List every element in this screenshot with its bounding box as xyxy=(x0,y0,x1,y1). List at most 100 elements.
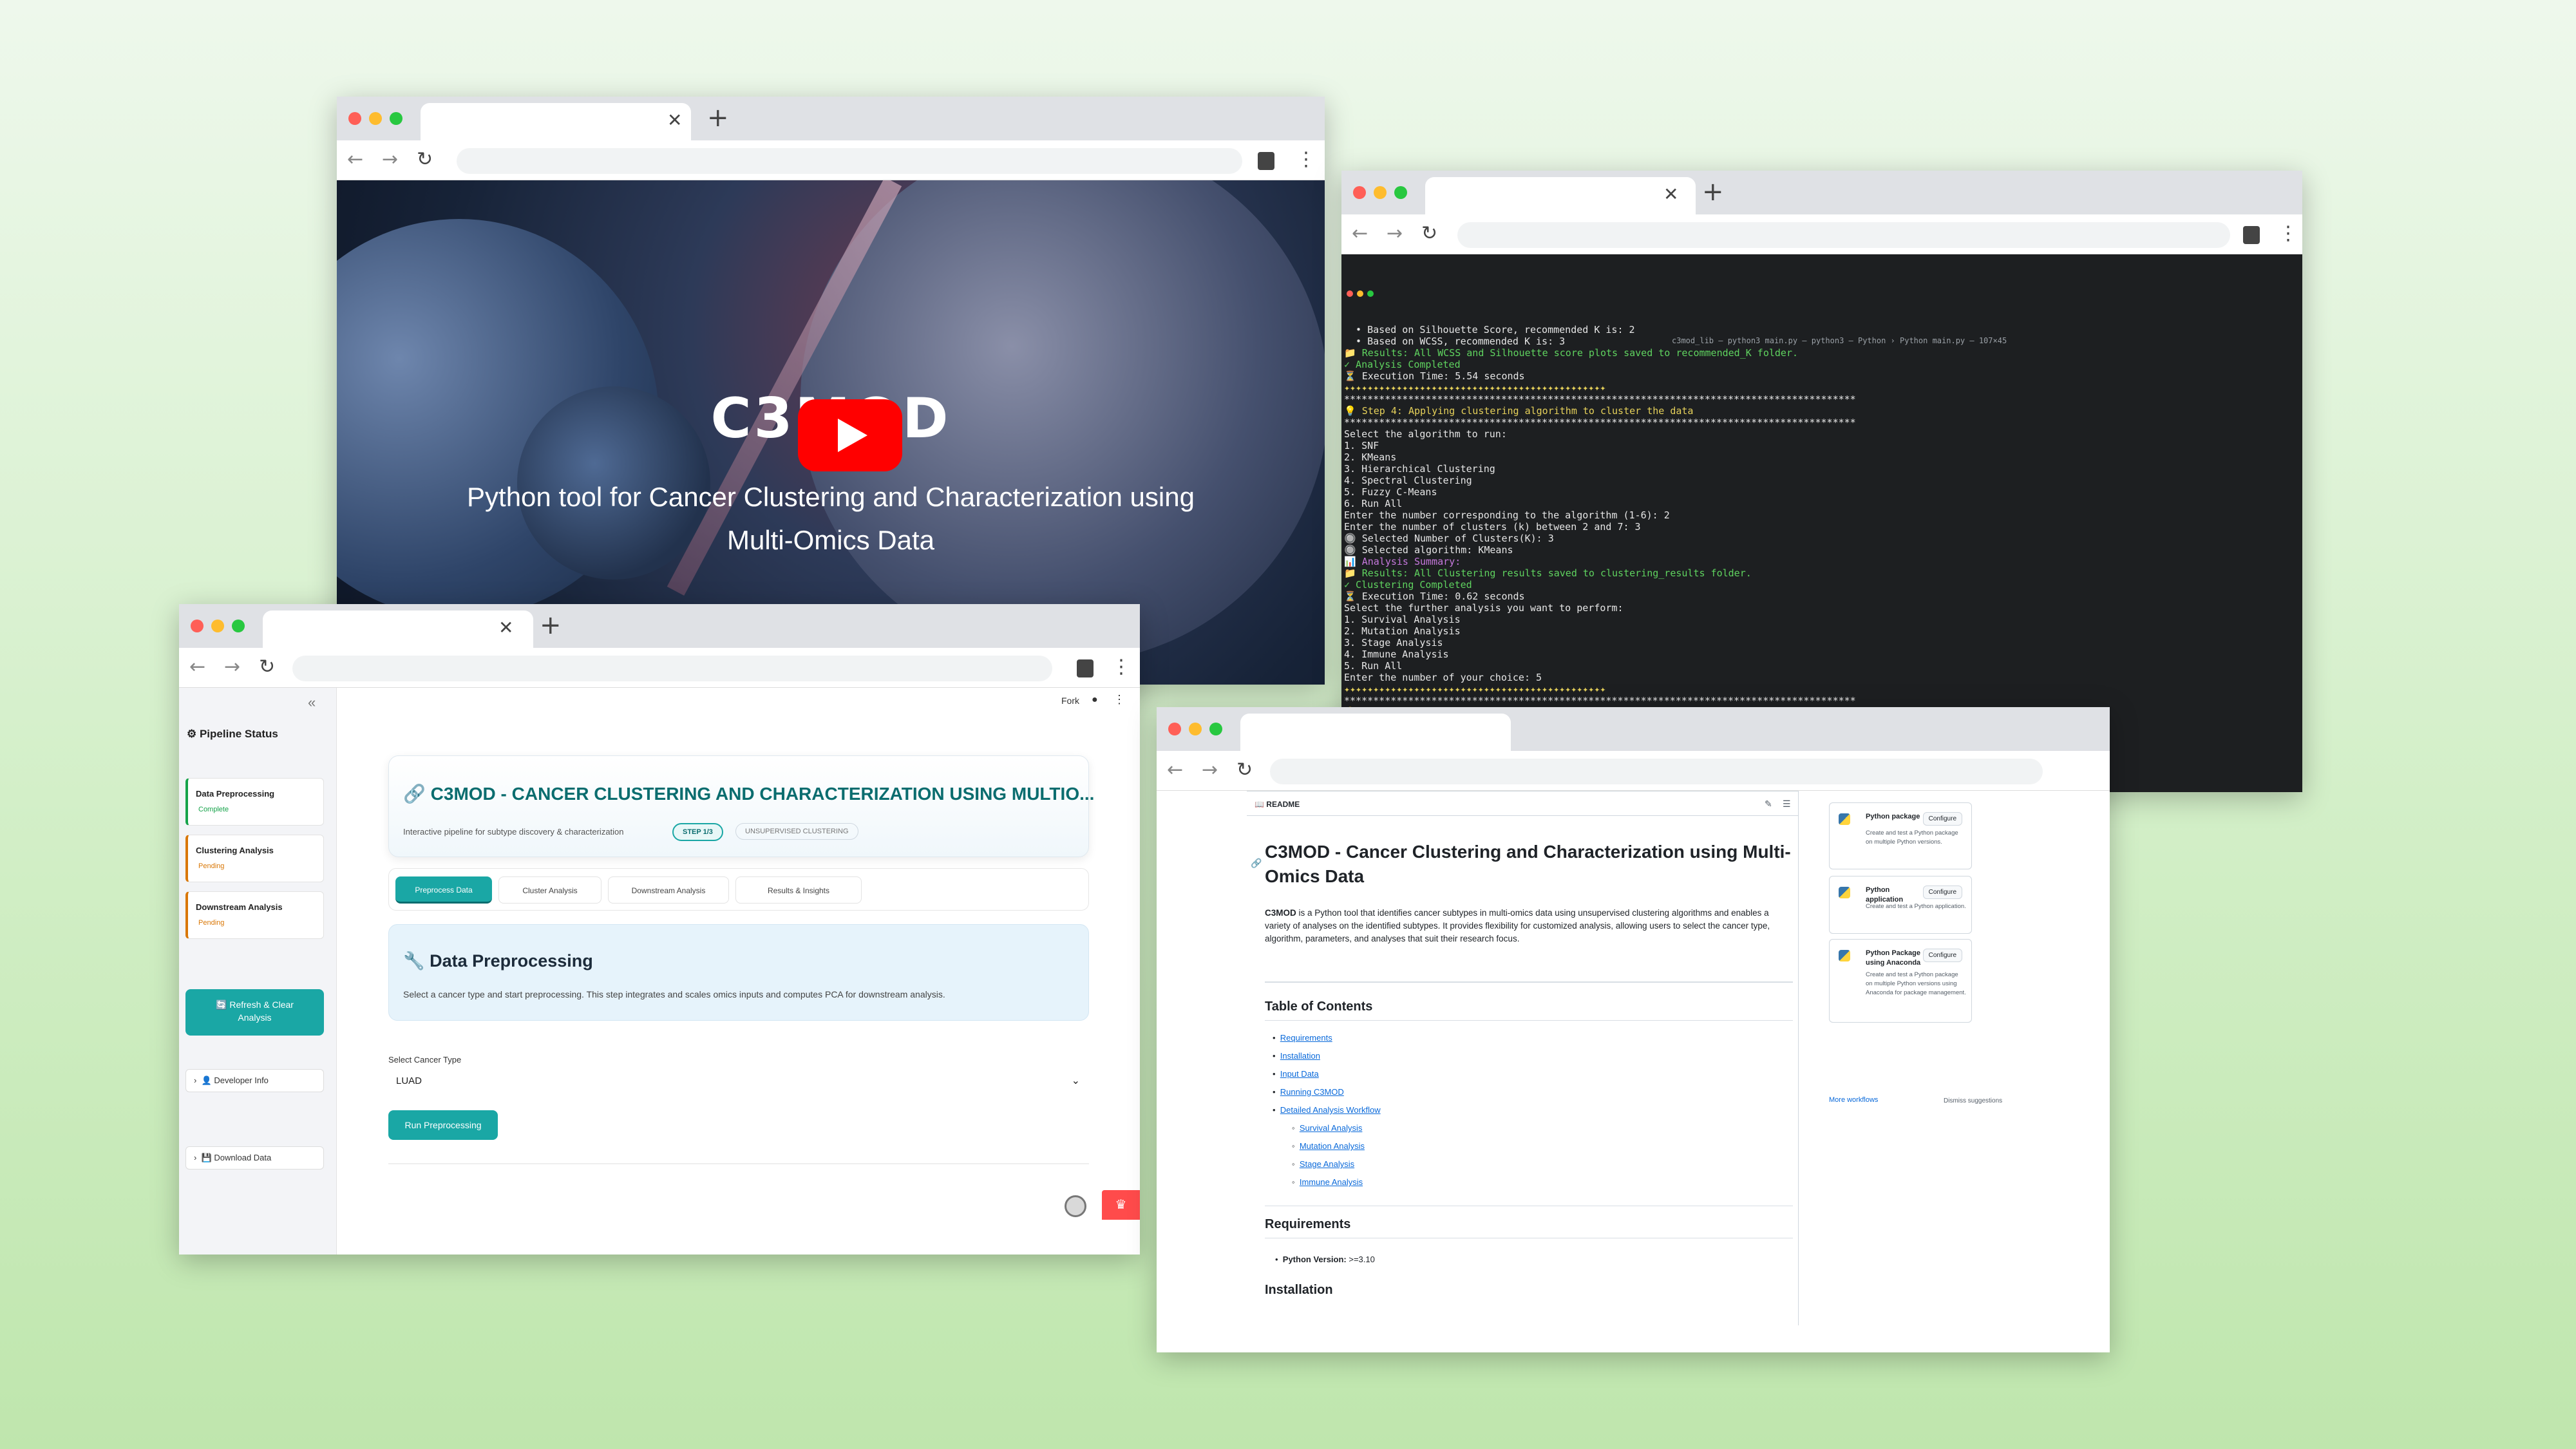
browser-tab[interactable] xyxy=(421,103,691,140)
pipeline-status-title: ⚙ Pipeline Status xyxy=(187,728,278,740)
configure-button[interactable]: Configure xyxy=(1922,812,1962,826)
terminal-line: 2. Mutation Analysis xyxy=(1344,625,1461,637)
terminal-line: Enter the number of your choice: 5 xyxy=(1344,672,1542,683)
menu-icon[interactable]: ⋮ xyxy=(2278,222,2298,245)
maximize-window-button[interactable] xyxy=(390,112,402,125)
anchor-link-icon[interactable]: 🔗 xyxy=(1251,858,1262,869)
close-window-button[interactable] xyxy=(348,112,361,125)
toc-link[interactable]: Installation xyxy=(1280,1051,1320,1061)
close-window-button[interactable] xyxy=(191,620,204,632)
terminal-line: Select the algorithm to run: xyxy=(1344,428,1507,440)
menu-icon[interactable]: ⋮ xyxy=(1112,656,1131,678)
toc-link[interactable]: Detailed Analysis Workflow xyxy=(1280,1105,1381,1115)
youtube-play-icon[interactable] xyxy=(798,399,902,471)
browser-tab[interactable] xyxy=(1425,177,1696,214)
run-preprocessing-button[interactable]: Run Preprocessing xyxy=(388,1110,498,1140)
streamlit-crown-icon[interactable]: ♛ xyxy=(1102,1190,1140,1220)
minimize-window-button[interactable] xyxy=(1189,723,1202,735)
terminal-titlebar: c3mod_lib — python3 main.py — python3 — … xyxy=(1344,288,2300,345)
profile-icon[interactable] xyxy=(1258,152,1274,170)
tab-downstream-analysis[interactable]: Downstream Analysis xyxy=(608,876,729,904)
step-badge: STEP 1/3 xyxy=(672,823,723,841)
nav-bar: ← → ↻ ⋮ xyxy=(337,140,1325,180)
app-menu-icon[interactable]: ⋮ xyxy=(1113,693,1125,706)
menu-icon[interactable]: ⋮ xyxy=(1296,148,1316,171)
back-icon[interactable]: ← xyxy=(189,656,205,678)
forward-icon[interactable]: → xyxy=(224,656,240,678)
close-tab-icon[interactable]: ✕ xyxy=(1663,184,1678,205)
reload-icon[interactable]: ↻ xyxy=(259,656,275,678)
forward-icon[interactable]: → xyxy=(1202,759,1218,781)
configure-button[interactable]: Configure xyxy=(1922,949,1962,962)
github-icon[interactable]: ● xyxy=(1092,694,1098,706)
toc-sublink[interactable]: Stage Analysis xyxy=(1300,1159,1354,1169)
avatar[interactable] xyxy=(1065,1195,1086,1217)
video-browser-window: ✕ + ← → ↻ ⋮ C3MOD Python tool for Cancer… xyxy=(337,97,1325,685)
reload-icon[interactable]: ↻ xyxy=(417,148,433,171)
address-bar[interactable] xyxy=(1457,222,2230,248)
terminal-line: 4. Spectral Clustering xyxy=(1344,475,1472,486)
terminal-line: 6. Run All xyxy=(1344,498,1403,509)
dismiss-suggestions-link[interactable]: Dismiss suggestions xyxy=(1944,1097,2002,1104)
refresh-clear-button[interactable]: 🔄 Refresh & Clear Analysis xyxy=(185,989,324,1036)
browser-tab[interactable] xyxy=(1240,714,1511,751)
minimize-window-button[interactable] xyxy=(369,112,382,125)
tab-preprocess-data[interactable]: Preprocess Data xyxy=(395,876,492,904)
maximize-window-button[interactable] xyxy=(1209,723,1222,735)
close-window-button[interactable] xyxy=(1168,723,1181,735)
toc-sublink[interactable]: Mutation Analysis xyxy=(1300,1141,1365,1151)
configure-button[interactable]: Configure xyxy=(1922,886,1962,899)
new-tab-icon[interactable]: + xyxy=(540,611,562,640)
reload-icon[interactable]: ↻ xyxy=(1421,222,1437,245)
terminal-line: 🔘 Selected Number of Clusters(K): 3 xyxy=(1344,533,1554,544)
browser-tab[interactable] xyxy=(263,611,533,648)
fork-link[interactable]: Fork xyxy=(1061,696,1079,706)
more-workflows-link[interactable]: More workflows xyxy=(1829,1096,1878,1104)
maximize-window-button[interactable] xyxy=(232,620,245,632)
select-label: Select Cancer Type xyxy=(388,1055,462,1065)
step-label: Clustering Analysis xyxy=(196,846,274,855)
section-description: Select a cancer type and start preproces… xyxy=(403,989,945,999)
close-window-button[interactable] xyxy=(1353,186,1366,199)
tab-cluster-analysis[interactable]: Cluster Analysis xyxy=(498,876,601,904)
new-tab-icon[interactable]: + xyxy=(1702,177,1724,207)
forward-icon[interactable]: → xyxy=(382,148,398,171)
readme-tab[interactable]: 📖 README xyxy=(1255,800,1300,809)
back-icon[interactable]: ← xyxy=(1167,759,1183,781)
toc-sublink[interactable]: Survival Analysis xyxy=(1300,1123,1363,1133)
minimize-window-button[interactable] xyxy=(211,620,224,632)
tab-bar xyxy=(1157,707,2110,751)
workflow-description: Create and test a Python application. xyxy=(1866,903,1966,910)
cancer-type-select[interactable]: LUAD ⌄ xyxy=(388,1068,1089,1096)
toc-icon[interactable]: ☰ xyxy=(1783,799,1791,810)
new-tab-icon[interactable]: + xyxy=(707,103,729,133)
address-bar[interactable] xyxy=(292,656,1052,681)
close-tab-icon[interactable]: ✕ xyxy=(498,617,513,638)
terminal-line: 1. SNF xyxy=(1344,440,1379,451)
back-icon[interactable]: ← xyxy=(1352,222,1368,245)
profile-icon[interactable] xyxy=(2243,226,2260,244)
close-tab-icon[interactable]: ✕ xyxy=(667,109,682,131)
developer-info-expander[interactable]: › 👤 Developer Info xyxy=(185,1069,324,1092)
collapse-sidebar-icon[interactable]: « xyxy=(308,694,316,711)
toc-link[interactable]: Running C3MOD xyxy=(1280,1087,1344,1097)
tab-results-insights[interactable]: Results & Insights xyxy=(735,876,862,904)
terminal-line: 4. Immune Analysis xyxy=(1344,649,1449,660)
toc-sublink[interactable]: Immune Analysis xyxy=(1300,1177,1363,1187)
tab-bar: ✕ + xyxy=(337,97,1325,140)
profile-icon[interactable] xyxy=(1077,659,1094,677)
workflow-description: Create and test a Python package on mult… xyxy=(1866,829,1958,846)
toc-link[interactable]: Requirements xyxy=(1280,1033,1332,1043)
minimize-window-button[interactable] xyxy=(1374,186,1387,199)
address-bar[interactable] xyxy=(1270,759,2043,784)
step-label: Downstream Analysis xyxy=(196,902,283,912)
pipeline-step-2: Clustering Analysis Pending xyxy=(185,835,324,882)
address-bar[interactable] xyxy=(457,148,1242,174)
edit-icon[interactable]: ✎ xyxy=(1765,799,1772,810)
forward-icon[interactable]: → xyxy=(1387,222,1403,245)
toc-link[interactable]: Input Data xyxy=(1280,1069,1319,1079)
download-data-expander[interactable]: › 💾 Download Data xyxy=(185,1146,324,1170)
maximize-window-button[interactable] xyxy=(1394,186,1407,199)
back-icon[interactable]: ← xyxy=(347,148,363,171)
reload-icon[interactable]: ↻ xyxy=(1236,759,1253,781)
